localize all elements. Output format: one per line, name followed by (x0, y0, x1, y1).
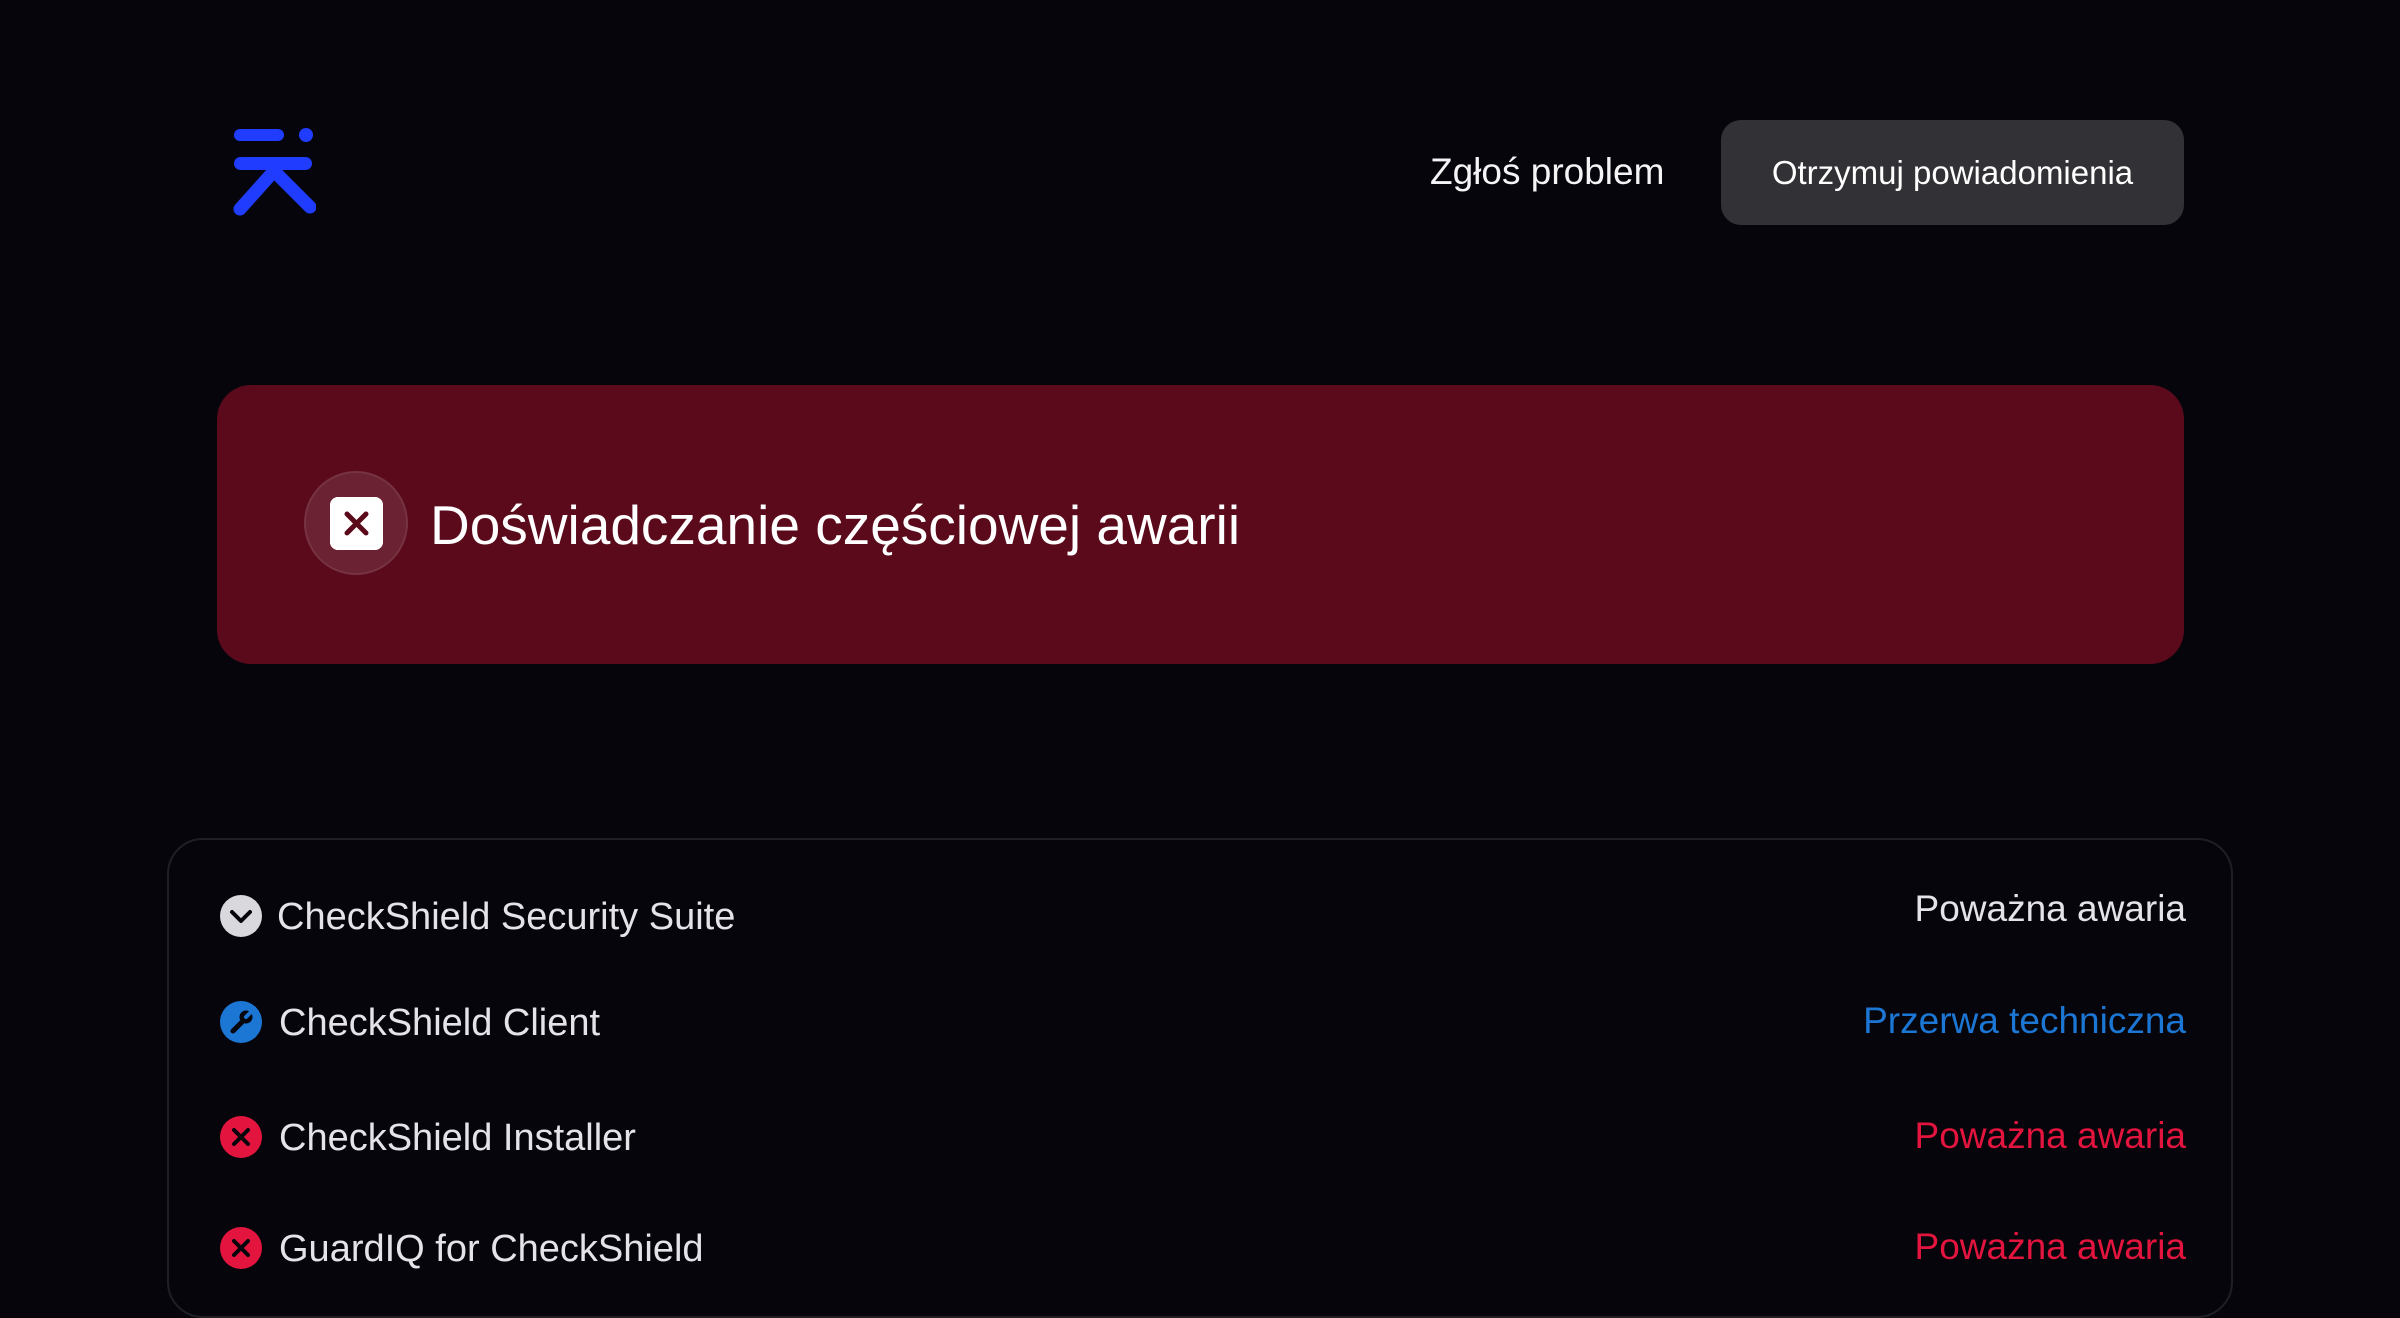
component-status: Poważna awaria (1914, 888, 2186, 929)
component-name: CheckShield Installer (279, 1117, 636, 1159)
component-status: Przerwa techniczna (1863, 1000, 2186, 1041)
banner-icon-ring (304, 471, 408, 575)
component-status: Poważna awaria (1914, 1115, 2186, 1156)
banner-title: Doświadczanie częściowej awarii (430, 494, 1241, 556)
components-panel: CheckShield Security Suite Poważna awari… (167, 838, 2233, 1318)
page-header: Zgłoś problem Otrzymuj powiadomienia (0, 0, 2400, 260)
status-banner: Doświadczanie częściowej awarii (217, 385, 2184, 664)
brand-logo-icon[interactable] (230, 127, 316, 217)
component-status: Poważna awaria (1914, 1226, 2186, 1267)
x-square-icon (330, 497, 383, 550)
component-row-guardiq-for-checkshield: GuardIQ for CheckShield Poważna awaria (169, 1218, 2235, 1278)
component-row-checkshield-client: CheckShield Client Przerwa techniczna (169, 992, 2235, 1052)
subscribe-notifications-button[interactable]: Otrzymuj powiadomienia (1721, 120, 2184, 225)
x-circle-icon (220, 1227, 262, 1269)
component-name: CheckShield Client (279, 1002, 601, 1044)
x-circle-icon (220, 1116, 262, 1158)
chevron-down-icon[interactable] (219, 894, 263, 938)
component-name: CheckShield Security Suite (277, 896, 736, 938)
component-row-checkshield-security-suite[interactable]: CheckShield Security Suite Poważna awari… (169, 886, 2235, 946)
component-row-checkshield-installer: CheckShield Installer Poważna awaria (169, 1107, 2235, 1167)
wrench-icon (220, 1001, 262, 1043)
component-name: GuardIQ for CheckShield (279, 1228, 704, 1270)
report-problem-link[interactable]: Zgłoś problem (1430, 148, 1664, 196)
